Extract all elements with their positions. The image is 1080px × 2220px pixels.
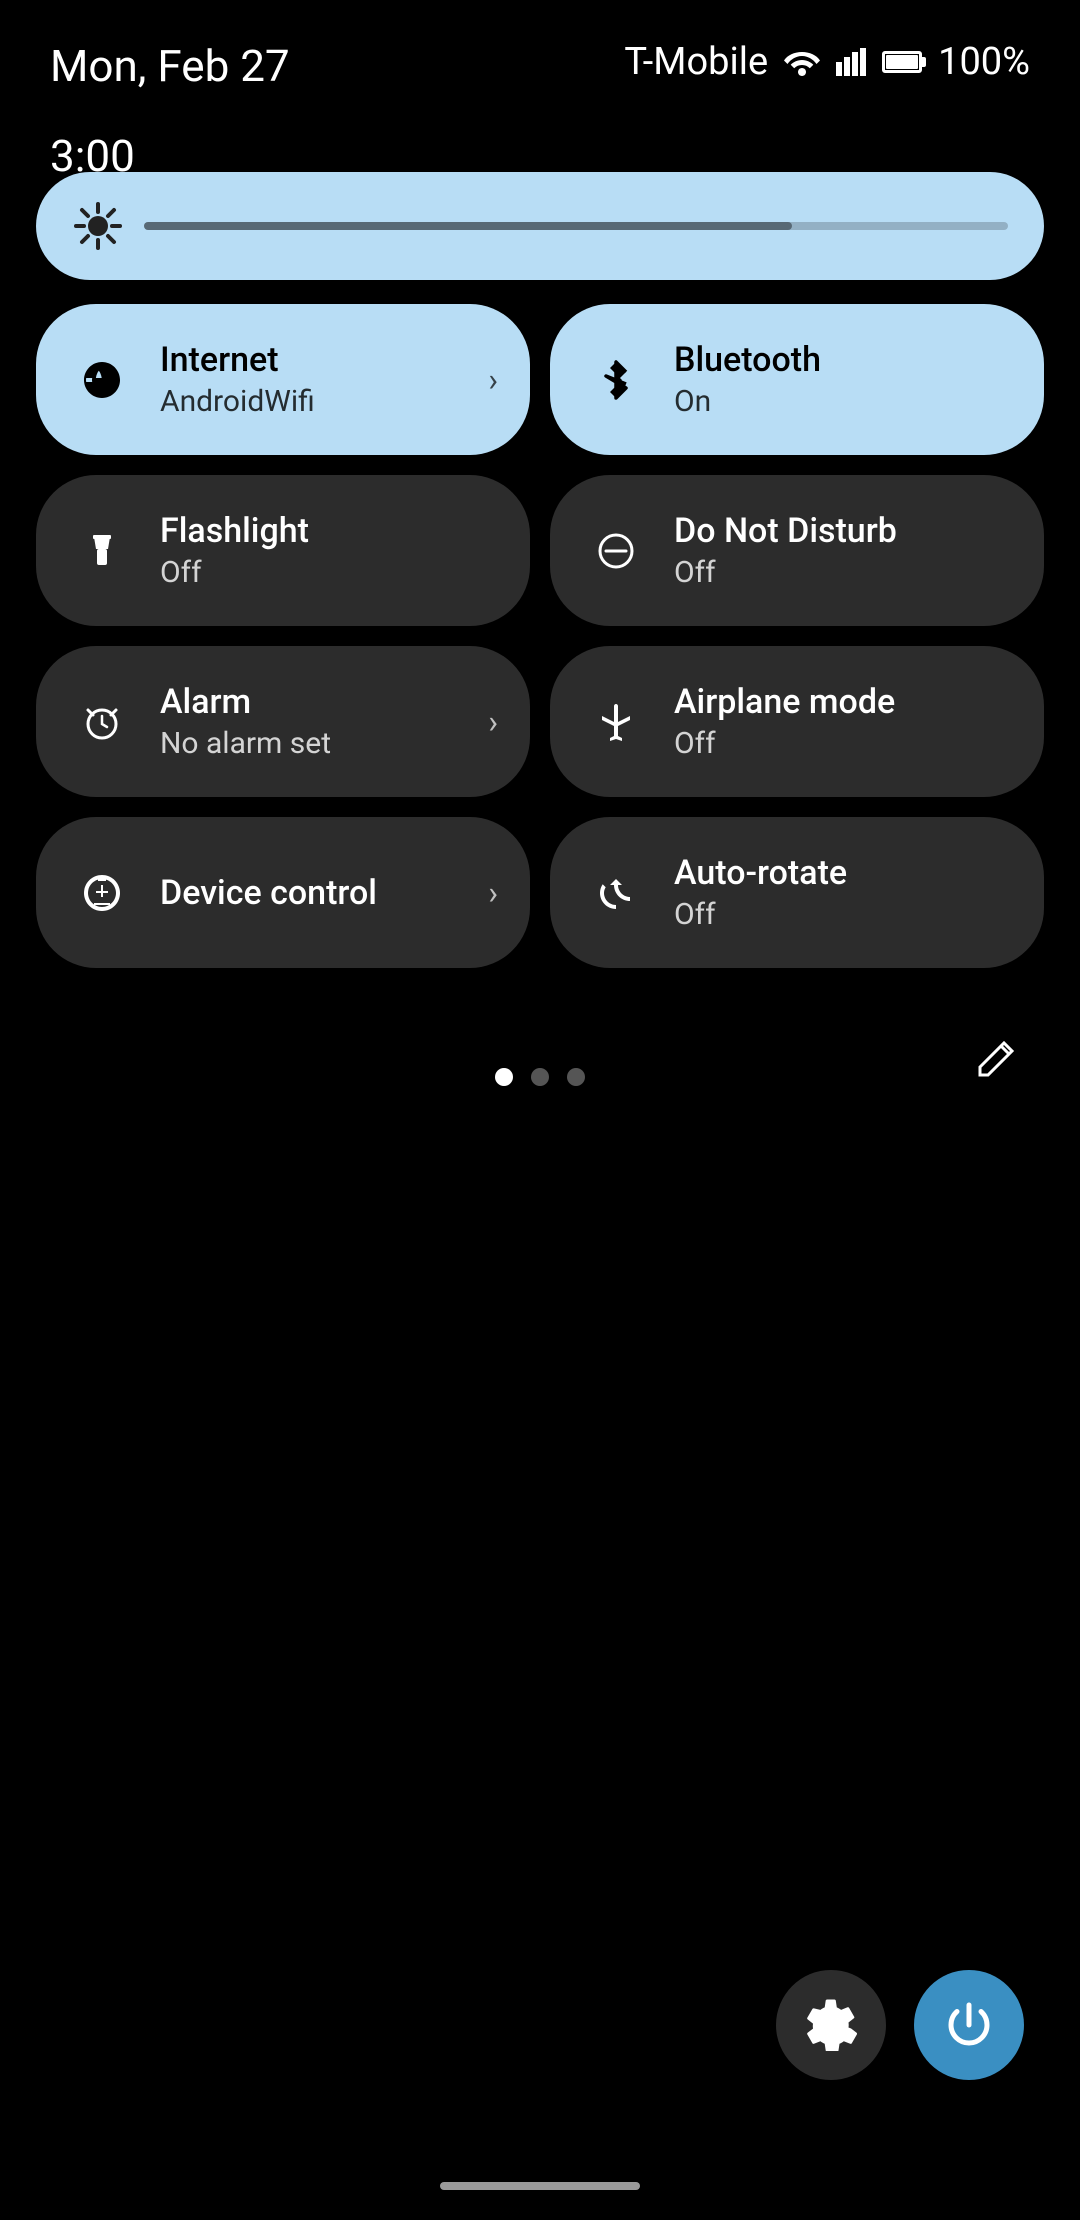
status-right: T-Mobile 100% <box>624 40 1030 84</box>
alarm-icon <box>72 692 132 752</box>
flashlight-label: Flashlight <box>160 511 309 551</box>
donotdisturb-sublabel: Off <box>674 555 897 590</box>
bluetooth-label: Bluetooth <box>674 340 821 380</box>
battery-icon <box>882 51 922 73</box>
power-button[interactable] <box>914 1970 1024 2080</box>
settings-button[interactable] <box>776 1970 886 2080</box>
page-dot-2[interactable] <box>531 1068 549 1086</box>
quick-tiles-grid: Internet AndroidWifi › Bluetooth On Flashli… <box>36 304 1044 968</box>
page-dot-1[interactable] <box>495 1068 513 1086</box>
flashlight-icon <box>72 521 132 581</box>
brightness-icon <box>72 200 124 252</box>
tile-airplanemode[interactable]: Airplane mode Off <box>550 646 1044 797</box>
donotdisturb-icon <box>586 521 646 581</box>
status-date: Mon, Feb 27 <box>50 40 290 92</box>
autorotate-icon <box>586 863 646 923</box>
home-indicator[interactable] <box>440 2182 640 2190</box>
tile-donotdisturb[interactable]: Do Not Disturb Off <box>550 475 1044 626</box>
airplanemode-sublabel: Off <box>674 726 895 761</box>
tile-alarm[interactable]: Alarm No alarm set › <box>36 646 530 797</box>
tile-internet[interactable]: Internet AndroidWifi › <box>36 304 530 455</box>
bluetooth-sublabel: On <box>674 384 821 419</box>
bottom-buttons <box>776 1970 1024 2080</box>
tile-flashlight[interactable]: Flashlight Off <box>36 475 530 626</box>
brightness-slider[interactable] <box>144 222 1008 230</box>
devicecontrol-icon <box>72 863 132 923</box>
internet-sublabel: AndroidWifi <box>160 384 315 419</box>
quick-settings-panel: Internet AndroidWifi › Bluetooth On Flashli… <box>0 172 1080 968</box>
flashlight-sublabel: Off <box>160 555 309 590</box>
carrier-label: T-Mobile <box>624 40 768 84</box>
devicecontrol-arrow-icon: › <box>488 874 498 912</box>
battery-label: 100% <box>938 40 1030 84</box>
status-time: 3:00 <box>50 130 135 182</box>
status-bar: Mon, Feb 27 T-Mobile 100% <box>0 0 1080 112</box>
bluetooth-icon <box>586 350 646 410</box>
page-dot-3[interactable] <box>567 1068 585 1086</box>
autorotate-label: Auto-rotate <box>674 853 847 893</box>
alarm-arrow-icon: › <box>488 703 498 741</box>
edit-button[interactable] <box>972 1031 1024 1083</box>
alarm-sublabel: No alarm set <box>160 726 331 761</box>
tile-autorotate[interactable]: Auto-rotate Off <box>550 817 1044 968</box>
tile-bluetooth[interactable]: Bluetooth On <box>550 304 1044 455</box>
airplanemode-icon <box>586 692 646 752</box>
signal-icon <box>836 48 866 76</box>
devicecontrol-label: Device control <box>160 873 377 913</box>
internet-icon <box>72 350 132 410</box>
wifi-icon <box>784 48 820 76</box>
tile-devicecontrol[interactable]: Device control › <box>36 817 530 968</box>
internet-label: Internet <box>160 340 315 380</box>
internet-arrow-icon: › <box>488 361 498 399</box>
alarm-label: Alarm <box>160 682 331 722</box>
page-indicators <box>495 1068 585 1086</box>
donotdisturb-label: Do Not Disturb <box>674 511 897 551</box>
brightness-row[interactable] <box>36 172 1044 280</box>
page-indicators-row <box>0 1018 1080 1096</box>
airplanemode-label: Airplane mode <box>674 682 895 722</box>
autorotate-sublabel: Off <box>674 897 847 932</box>
